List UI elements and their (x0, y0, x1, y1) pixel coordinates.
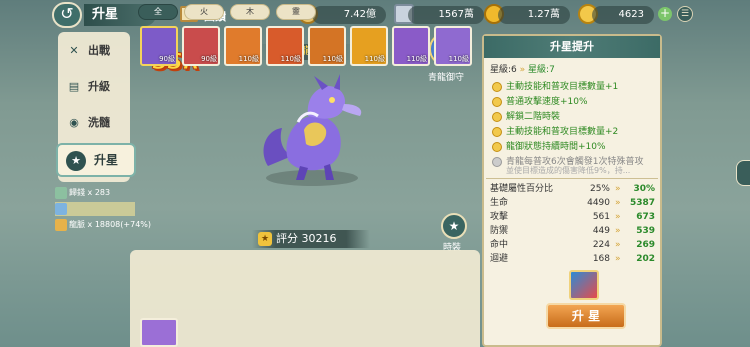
pet-card[interactable] (140, 318, 178, 347)
double-arrow-icon: » (519, 65, 526, 75)
pet-roster (130, 250, 480, 347)
add-currency-button[interactable]: + (658, 7, 672, 21)
panel-title: 升星提升 (484, 36, 660, 58)
star-icon: ★ (66, 150, 86, 171)
stat-row: 防禦 449» 539 (490, 226, 655, 236)
nav-item-upstar[interactable]: ★ 升星 (56, 143, 136, 177)
star-icon (492, 127, 502, 137)
stat-row: 攻擊 561» 673 (490, 212, 655, 222)
material-icon (55, 203, 67, 215)
silver-value: 1567萬 (408, 6, 484, 24)
double-arrow-icon: » (615, 226, 621, 236)
fashion-button[interactable]: ★ (441, 213, 467, 239)
stat-row: 生命 4490» 5387 (490, 198, 655, 208)
pet-card[interactable]: 110級 (350, 26, 388, 66)
menu-icon[interactable]: ☰ (677, 6, 693, 22)
material-icon (55, 187, 67, 199)
stat-row: 迴避 168» 202 (490, 254, 655, 264)
star-icon (492, 112, 502, 122)
back-arrow-icon: ↺ (60, 4, 74, 23)
material-item (55, 202, 135, 216)
upgrade-item: 龍御狀態持續時間+10% (492, 140, 606, 154)
dragon-pet-image (263, 74, 362, 186)
nav-item-refine[interactable]: ◉ 洗髓 (62, 110, 122, 136)
tab-fire[interactable]: 火 (184, 4, 224, 20)
nav-item-levelup[interactable]: ▤ 升級 (62, 74, 122, 100)
double-arrow-icon: » (615, 240, 621, 250)
scroll-icon: ▤ (68, 80, 80, 93)
tab-wood[interactable]: 木 (230, 4, 270, 20)
yuanbao-value: 4623 (592, 6, 654, 24)
pet-card[interactable]: 90級 (182, 26, 220, 66)
locked-upgrade-text: 並使目標造成的傷害降低9%，持... (506, 166, 631, 175)
side-toggle-button[interactable] (736, 160, 750, 186)
pet-card[interactable]: 110級 (392, 26, 430, 66)
gold-ingot-value: 1.27萬 (498, 6, 570, 24)
pet-card[interactable]: 110級 (308, 26, 346, 66)
upgrade-item: 普通攻擊速度+10% (492, 95, 588, 109)
tab-all[interactable]: 全 (138, 4, 178, 20)
swords-icon: ✕ (69, 44, 79, 57)
upgrade-item: 主動技能和普攻目標數量+1 (492, 80, 618, 94)
star-icon (492, 97, 502, 107)
star-icon: ★ (448, 219, 460, 233)
upgrade-item: 解鎖二階時裝 (492, 110, 560, 124)
required-pet-thumbnail[interactable] (569, 270, 599, 300)
star-icon (492, 142, 502, 152)
pet-card[interactable]: 90級 (140, 26, 178, 66)
pet-card[interactable]: 110級 (224, 26, 262, 66)
double-arrow-icon: » (615, 198, 621, 208)
cauldron-icon: ◉ (69, 116, 79, 129)
upgrade-item: 主動技能和普攻目標數量+2 (492, 125, 618, 139)
pet-card[interactable]: 110級 (266, 26, 304, 66)
divider (486, 178, 658, 179)
tab-spirit[interactable]: 靈 (276, 4, 316, 20)
score-star-icon: ★ (258, 232, 272, 246)
material-icon (55, 219, 67, 231)
double-arrow-icon: » (615, 184, 621, 194)
stat-row: 命中 224» 269 (490, 240, 655, 250)
material-item: 歸錢 x 283 (55, 186, 110, 200)
upstar-button[interactable]: 升 星 (546, 303, 626, 329)
back-button[interactable]: ↺ (52, 2, 82, 28)
star-icon (492, 82, 502, 92)
double-arrow-icon: » (615, 254, 621, 264)
star-level-line: 星級:6 » 星級:7 (490, 65, 555, 75)
double-arrow-icon: » (615, 212, 621, 222)
nav-item-battle[interactable]: ✕ 出戰 (62, 38, 122, 64)
coin-value: 7.42億 (312, 6, 386, 24)
guardian-label: 青龍御守 (427, 73, 464, 83)
material-item: 龍脈 x 18808(+74%) (55, 218, 151, 232)
stat-row: 基礎屬性百分比 25%» 30% (490, 184, 655, 194)
pet-card[interactable]: 110級 (434, 26, 472, 66)
score-value: 30216 (301, 232, 337, 245)
